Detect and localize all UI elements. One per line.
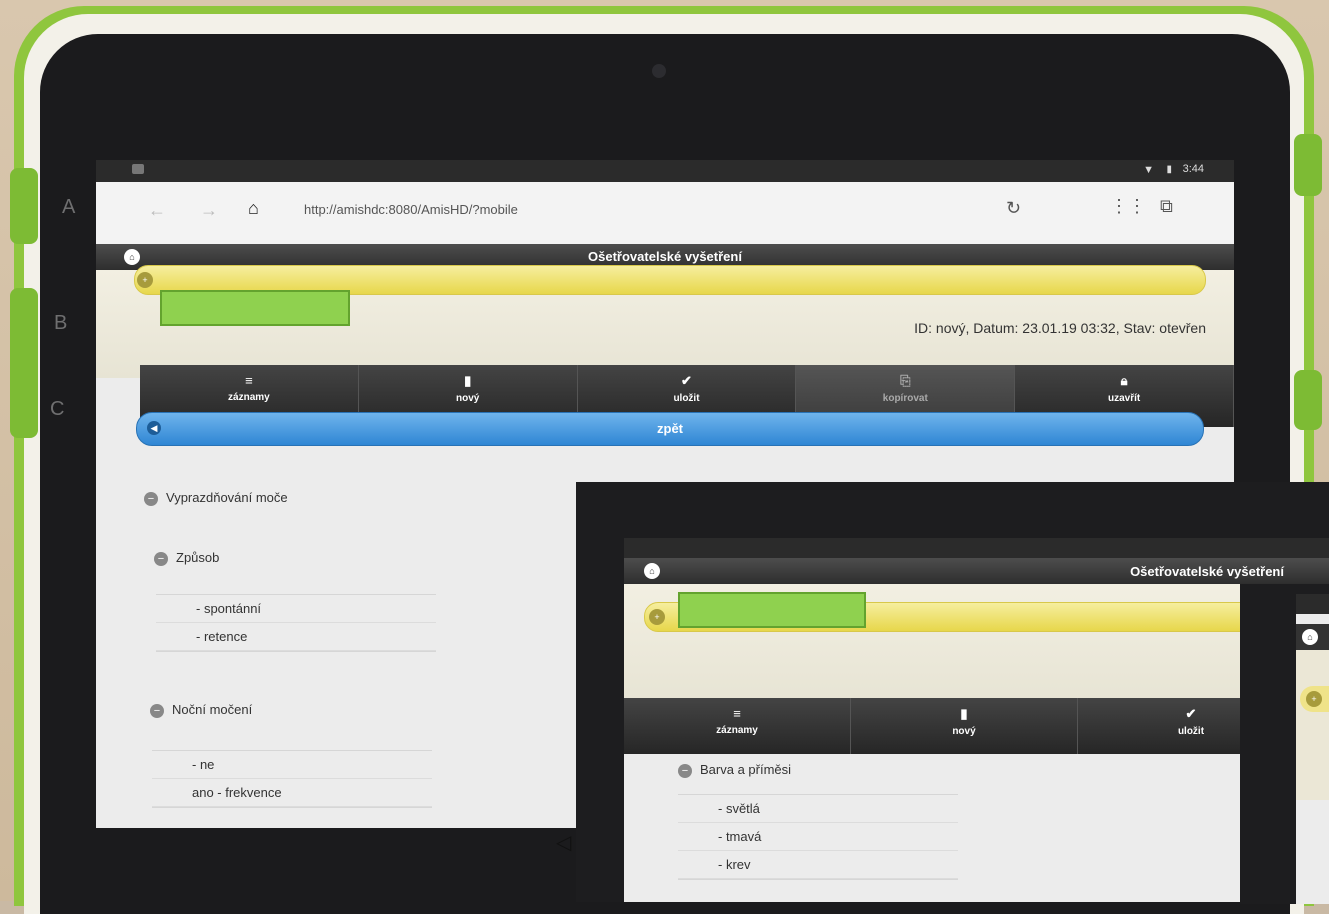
bezel-letter-c: C — [50, 398, 65, 420]
toolbar-label: záznamy — [716, 725, 758, 736]
group-header[interactable]: − Způsob — [154, 550, 219, 566]
section-label: Vyprazdňování moče — [166, 490, 288, 505]
group-header[interactable]: − Noční močení — [150, 702, 252, 718]
minus-icon: − — [154, 551, 168, 566]
record-header-area — [1296, 650, 1329, 800]
plus-icon[interactable]: + — [137, 272, 153, 288]
option-item[interactable]: - retence — [156, 623, 436, 651]
back-button-label: zpět — [657, 421, 683, 436]
home-button-icon[interactable]: ⌂ — [644, 563, 660, 579]
toolbar-label: kopírovat — [882, 393, 928, 404]
toolbar-label: uložit — [1177, 726, 1205, 737]
toolbar-label: nový — [456, 393, 480, 404]
toolbar-records-button[interactable]: ≡ záznamy — [624, 698, 851, 754]
camera-lens — [652, 64, 666, 78]
patient-collapsible[interactable]: + — [1300, 686, 1329, 712]
battery-icon: ▮ — [1166, 164, 1172, 175]
bezel-letter-a: A — [62, 196, 76, 218]
toolbar-new-button[interactable]: ▮ nový — [851, 698, 1078, 754]
group-label: Barva a příměsi — [700, 762, 792, 777]
option-list: - spontánní - retence — [156, 594, 436, 652]
option-item[interactable]: - světlá — [678, 795, 958, 823]
browser-forward-icon[interactable]: → — [200, 200, 218, 221]
minus-icon: − — [150, 703, 164, 718]
side-button-right-top[interactable] — [1294, 134, 1322, 196]
home-button-icon[interactable]: ⌂ — [124, 249, 140, 265]
zoomed-crop-small: ⌂ + — [1240, 584, 1329, 904]
plus-icon[interactable]: + — [1306, 691, 1322, 707]
android-status-bar: ▼ ▮ 3:44 — [96, 160, 1234, 182]
browser-back-icon[interactable]: ← — [148, 200, 166, 221]
group-header[interactable]: − Barva a příměsi — [678, 762, 791, 778]
copy-icon: ⎘ — [900, 373, 911, 388]
android-status-bar — [624, 538, 1329, 558]
wifi-icon: ▼ — [1143, 164, 1154, 176]
home-icon[interactable]: ⌂ — [248, 198, 259, 219]
toolbar-label: uložit — [673, 393, 700, 404]
zoomed-crop: ⌂ Ošetřovatelské vyšetření + ≡ záznamy ▮… — [576, 482, 1329, 902]
group-label: Způsob — [176, 550, 220, 565]
android-status-bar — [1296, 594, 1329, 614]
list-icon: ≡ — [733, 706, 741, 721]
url-field[interactable]: http://amishdc:8080/AmisHD/?mobile — [304, 202, 518, 217]
minus-icon: − — [144, 491, 158, 506]
bezel-letter-b: B — [54, 312, 68, 334]
app-header: ⌂ Ošetřovatelské vyšetření — [624, 558, 1329, 584]
redacted-patient-name — [678, 592, 866, 628]
app-header: ⌂ — [1296, 624, 1329, 650]
side-button-right-bottom[interactable] — [1294, 370, 1322, 430]
android-back-icon[interactable]: ◁ — [556, 830, 571, 855]
plus-icon[interactable]: + — [649, 609, 665, 625]
side-button-a[interactable] — [10, 168, 38, 244]
option-item[interactable]: - tmavá — [678, 823, 958, 851]
check-icon: ✔ — [681, 373, 692, 388]
home-button-icon[interactable]: ⌂ — [1302, 629, 1318, 645]
redacted-patient-name — [160, 290, 350, 326]
option-item[interactable]: - krev — [678, 851, 958, 879]
apps-grid-icon[interactable]: ⋮⋮ — [1110, 196, 1146, 217]
record-info: ID: nový, Datum: 23.01.19 03:32, Stav: o… — [914, 320, 1206, 336]
notification-icon — [132, 164, 144, 174]
toolbar-label: záznamy — [228, 392, 270, 403]
back-button[interactable]: ◀ zpět — [136, 412, 1204, 446]
action-toolbar: ≡ záznamy ▮ nový ✔ uložit — [624, 698, 1329, 754]
section-header[interactable]: − Vyprazdňování moče — [144, 490, 288, 506]
zoomed-screen: ⌂ Ošetřovatelské vyšetření + ≡ záznamy ▮… — [624, 538, 1329, 902]
document-icon: ▮ — [464, 373, 472, 388]
side-button-bc[interactable] — [10, 288, 38, 438]
status-time: 3:44 — [1182, 163, 1204, 175]
minus-icon: − — [678, 763, 692, 778]
reload-icon[interactable]: ↻ — [1006, 198, 1021, 219]
option-list: - ne ano - frekvence — [152, 750, 432, 808]
lock-icon: 🔒︎ — [1120, 373, 1128, 388]
browser-toolbar: ← → ⌂ http://amishdc:8080/AmisHD/?mobile… — [96, 182, 1234, 244]
page-title: Ošetřovatelské vyšetření — [588, 249, 742, 264]
list-icon: ≡ — [245, 373, 253, 388]
toolbar-label: uzavřít — [1107, 393, 1141, 404]
option-item[interactable]: ano - frekvence — [152, 779, 432, 807]
option-item[interactable]: - spontánní — [156, 595, 436, 623]
zoomed-screen-small: ⌂ + — [1296, 594, 1329, 904]
toolbar-label: nový — [952, 726, 976, 737]
tabs-icon[interactable]: ⧉ — [1160, 196, 1173, 217]
option-item[interactable]: - ne — [152, 751, 432, 779]
page-title: Ošetřovatelské vyšetření — [1130, 564, 1284, 579]
option-list: - světlá - tmavá - krev — [678, 794, 958, 880]
document-icon: ▮ — [960, 706, 968, 721]
group-label: Noční močení — [172, 702, 253, 717]
